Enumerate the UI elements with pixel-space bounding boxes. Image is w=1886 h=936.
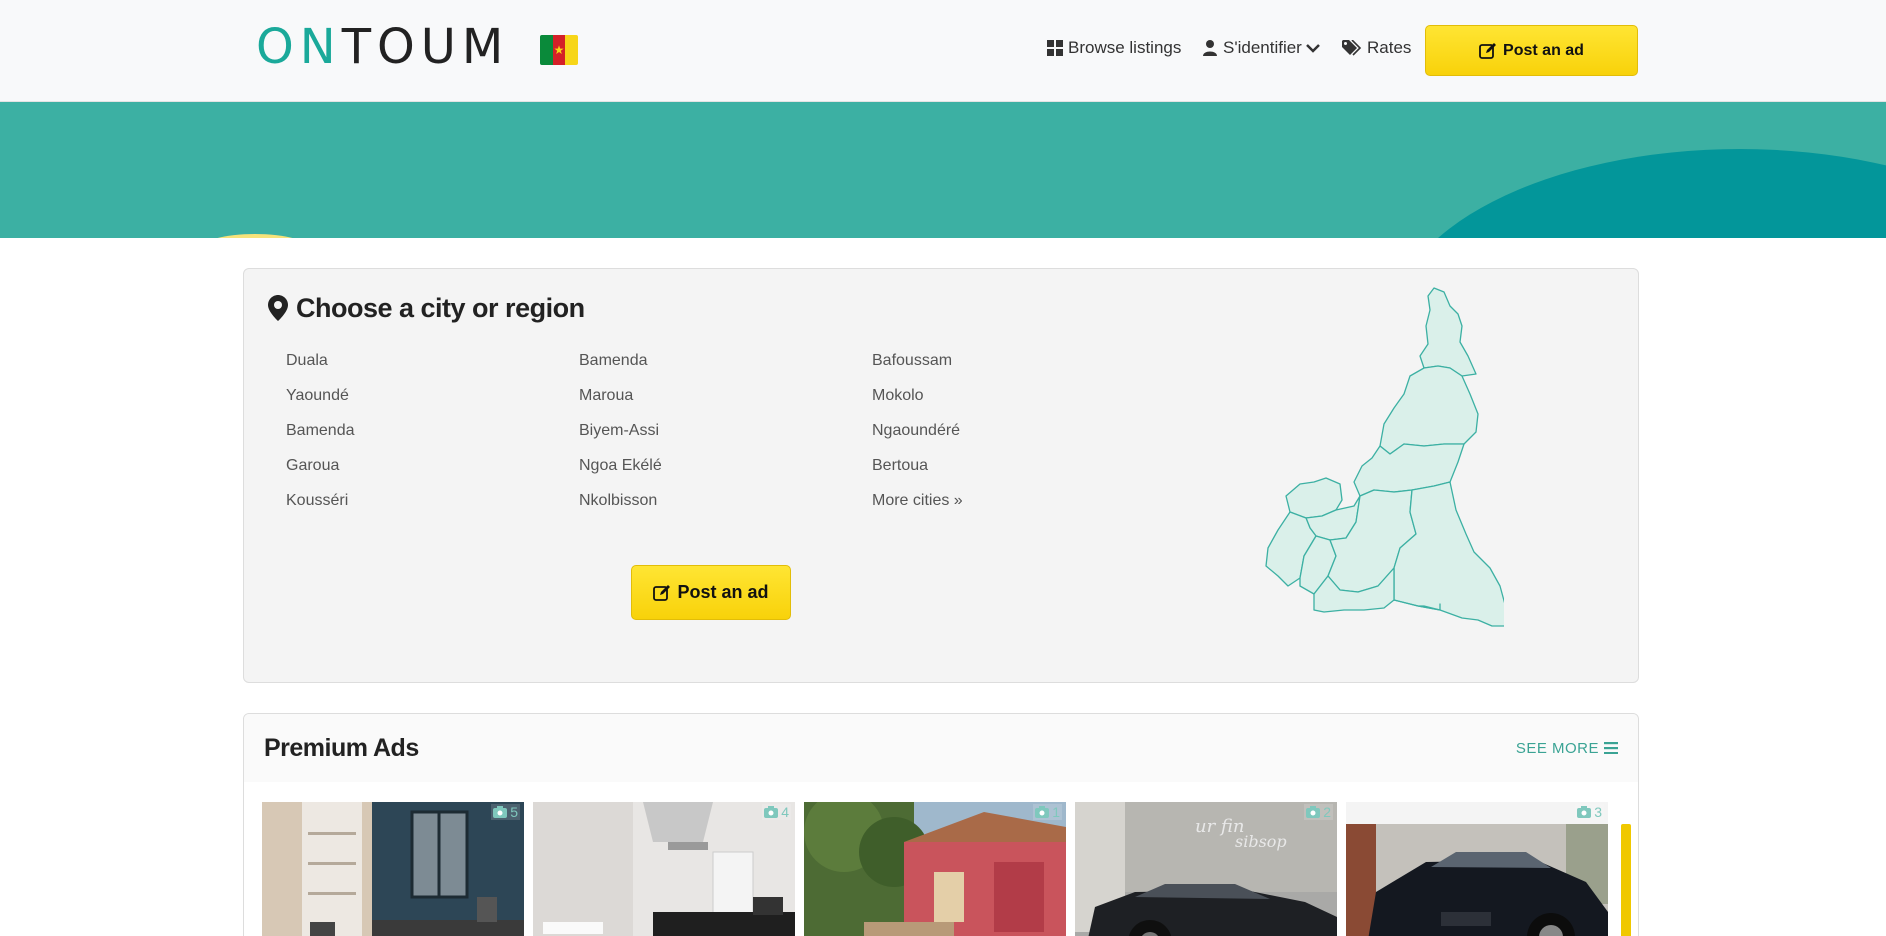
ad-card[interactable]: 5 [262,802,524,936]
panel-title-label: Choose a city or region [296,293,585,323]
city-region-panel: Choose a city or region Duala Yaoundé Ba… [243,268,1639,683]
photo-count: 5 [491,804,520,820]
region-north [1379,365,1479,455]
user-icon [1201,39,1219,57]
hero-banner [0,102,1886,238]
ad-card[interactable]: 1 [804,802,1066,936]
nav-rates[interactable]: Rates [1341,38,1411,58]
edit-icon [653,584,671,602]
premium-header: Premium Ads SEE MORE [244,714,1638,782]
city-link[interactable]: Garoua [286,457,339,475]
svg-text:sibsop: sibsop [1235,832,1287,851]
panel-title: Choose a city or region [268,293,585,324]
cameroon-flag-icon[interactable]: ★ [540,35,578,65]
photo-count: 4 [762,804,791,820]
city-link[interactable]: Maroua [579,387,633,405]
photo-count-value: 5 [510,804,518,820]
see-more-label: SEE MORE [1515,740,1599,757]
city-link[interactable]: Ngoa Ekélé [579,457,662,475]
site-header: ONTOUM ★ Browse listings S'identifier Ra… [0,0,1886,102]
see-more-link[interactable]: SEE MORE [1516,740,1618,757]
city-link[interactable]: Kousséri [286,492,348,510]
city-link[interactable]: Bamenda [579,352,648,370]
camera-icon [493,806,508,818]
nav-browse-label: Browse listings [1068,38,1182,57]
post-ad-label: Post an ad [1503,41,1584,59]
chevron-down-icon [1304,39,1322,57]
post-ad-button[interactable]: Post an ad [1425,25,1638,76]
cameroon-region-map[interactable] [1244,286,1504,666]
camera-icon [1577,806,1592,818]
city-link[interactable]: Bertoua [872,457,928,475]
city-link[interactable]: Bamenda [286,422,355,440]
list-icon [1604,741,1618,756]
premium-title: Premium Ads [264,734,419,762]
ad-card[interactable]: 3 [1346,802,1608,936]
ad-photo: ur fin sibsop [1075,802,1337,936]
photo-count: 2 [1304,804,1333,820]
city-link[interactable]: Duala [286,352,328,370]
photo-count: 3 [1575,804,1604,820]
city-link[interactable]: Bafoussam [872,352,952,370]
logo-rest: TOUM [341,19,510,75]
post-ad-center-label: Post an ad [677,582,769,602]
city-link[interactable]: Yaoundé [286,387,349,405]
tags-icon [1341,39,1363,57]
edit-icon [1479,42,1497,60]
city-link[interactable]: Nkolbisson [579,492,657,510]
grid-icon [1046,39,1064,57]
ad-photo [804,802,1066,936]
camera-icon [1306,806,1321,818]
city-link[interactable]: Mokolo [872,387,924,405]
post-ad-center-button[interactable]: Post an ad [631,565,791,620]
more-cities-link[interactable]: More cities » [872,492,963,510]
ad-card[interactable]: ur fin sibsop 2 [1075,802,1337,936]
camera-icon [764,806,779,818]
banner-wave [1390,149,1886,238]
photo-count-value: 1 [1052,804,1060,820]
logo-accent: ON [256,19,342,75]
nav-login-label: S'identifier [1223,38,1302,57]
photo-count-value: 2 [1323,804,1331,820]
city-link[interactable]: Biyem-Assi [579,422,659,440]
next-ad-peek[interactable] [1621,824,1631,936]
camera-icon [1035,806,1050,818]
site-logo[interactable]: ONTOUM [256,21,509,73]
region-far-north [1419,287,1477,377]
photo-count-value: 3 [1594,804,1602,820]
city-link[interactable]: Ngaoundéré [872,422,960,440]
ad-photo [1346,802,1608,936]
ad-photo [262,802,524,936]
photo-count-value: 4 [781,804,789,820]
banner-yellow-arc [200,234,310,238]
photo-count: 1 [1033,804,1062,820]
map-marker-icon [268,294,290,323]
premium-ads-section: Premium Ads SEE MORE 5 4 1 ur fin sibsop… [243,713,1639,936]
nav-rates-label: Rates [1367,38,1412,57]
ad-card[interactable]: 4 [533,802,795,936]
nav-browse-listings[interactable]: Browse listings [1046,38,1181,58]
nav-login-dropdown[interactable]: S'identifier [1201,38,1322,58]
ad-photo [533,802,795,936]
